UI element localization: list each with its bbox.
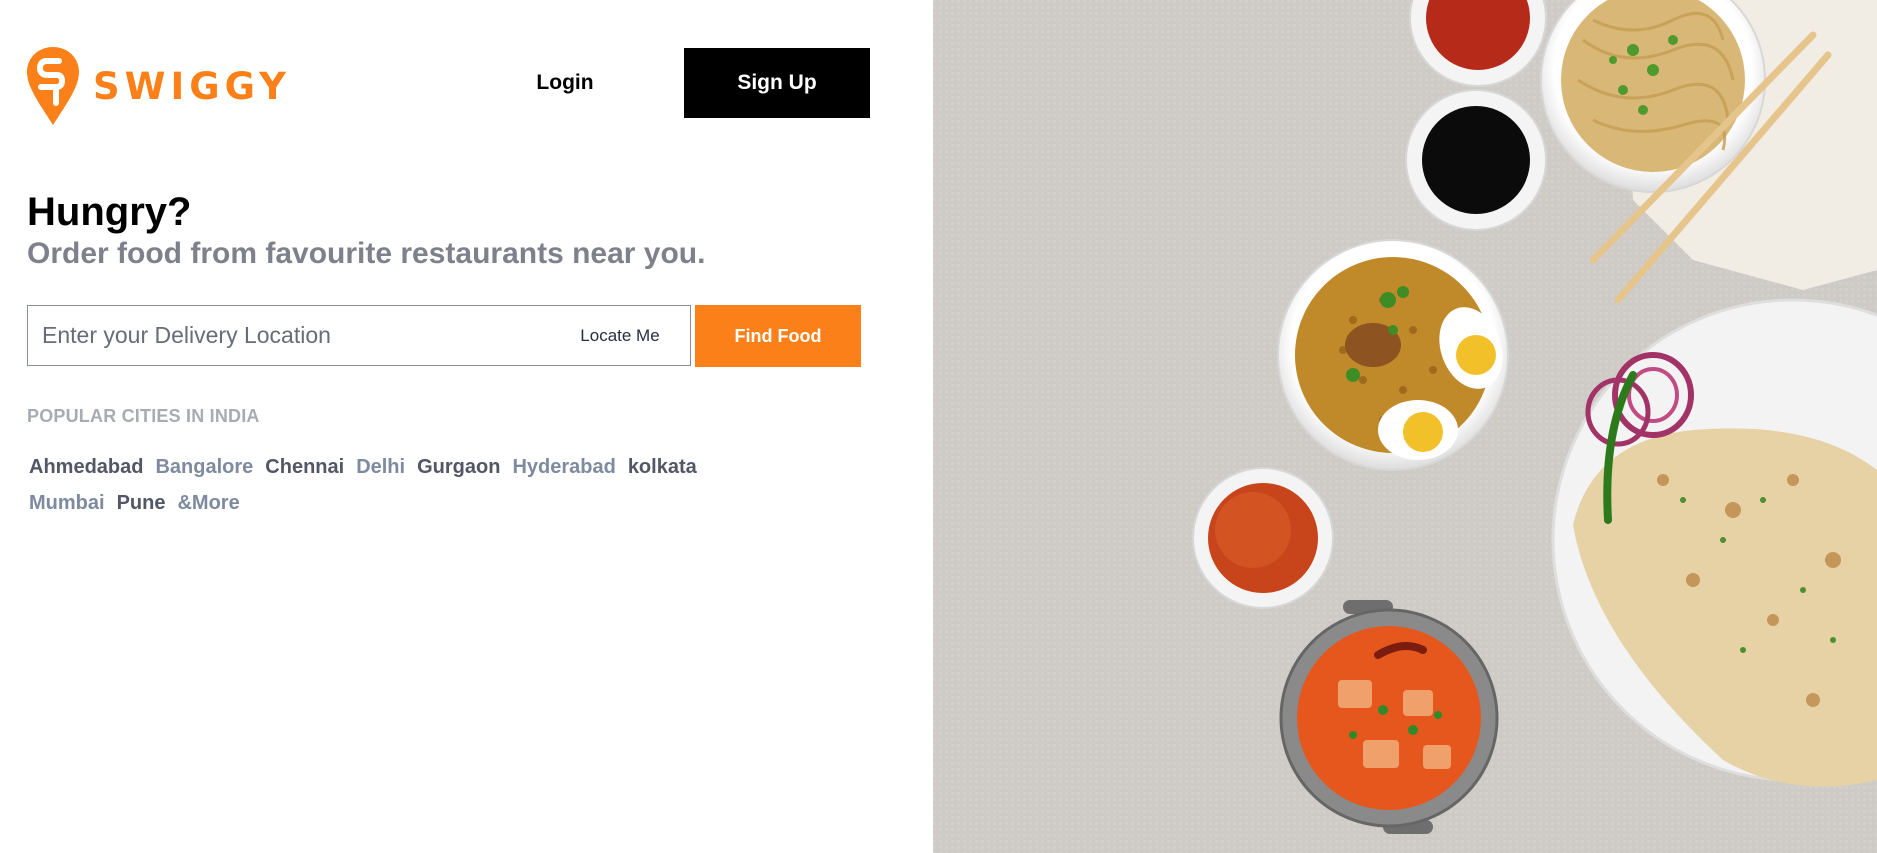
locate-me-button[interactable]: Locate Me [550, 306, 690, 365]
more-cities-link[interactable]: &More [177, 491, 239, 515]
city-link[interactable]: Chennai [265, 455, 344, 479]
city-link[interactable]: Mumbai [29, 491, 105, 515]
brand-name: SWIGGY [93, 64, 291, 108]
swiggy-logo[interactable]: SWIGGY [27, 47, 291, 125]
find-food-button[interactable]: Find Food [695, 305, 861, 367]
popular-cities-list: Ahmedabad Bangalore Chennai Delhi Gurgao… [27, 455, 767, 515]
hero-food-image [933, 0, 1877, 853]
food-spread-illustration [933, 0, 1877, 853]
hero-title: Hungry? [27, 190, 192, 234]
boiled-egg [1378, 400, 1458, 460]
city-link[interactable]: Gurgaon [417, 455, 500, 479]
city-link[interactable]: Ahmedabad [29, 455, 143, 479]
delivery-location-input[interactable] [28, 306, 550, 365]
left-panel: SWIGGY Login Sign Up Hungry? Order food … [0, 0, 933, 853]
soy-sauce-bowl [1405, 89, 1547, 231]
hero-subtitle: Order food from favourite restaurants ne… [27, 237, 706, 270]
delivery-location-box: Locate Me [27, 305, 691, 366]
city-link[interactable]: Delhi [356, 455, 405, 479]
city-link[interactable]: Pune [117, 491, 166, 515]
city-link[interactable]: kolkata [628, 455, 697, 479]
landing-page: SWIGGY Login Sign Up Hungry? Order food … [0, 0, 1877, 853]
swiggy-logo-icon [27, 47, 79, 125]
city-link[interactable]: Bangalore [155, 455, 253, 479]
curry-bowl [1192, 467, 1334, 609]
city-link[interactable]: Hyderabad [512, 455, 615, 479]
signup-button[interactable]: Sign Up [684, 48, 870, 118]
login-link[interactable]: Login [515, 48, 615, 118]
popular-cities-title: POPULAR CITIES IN INDIA [27, 406, 260, 426]
